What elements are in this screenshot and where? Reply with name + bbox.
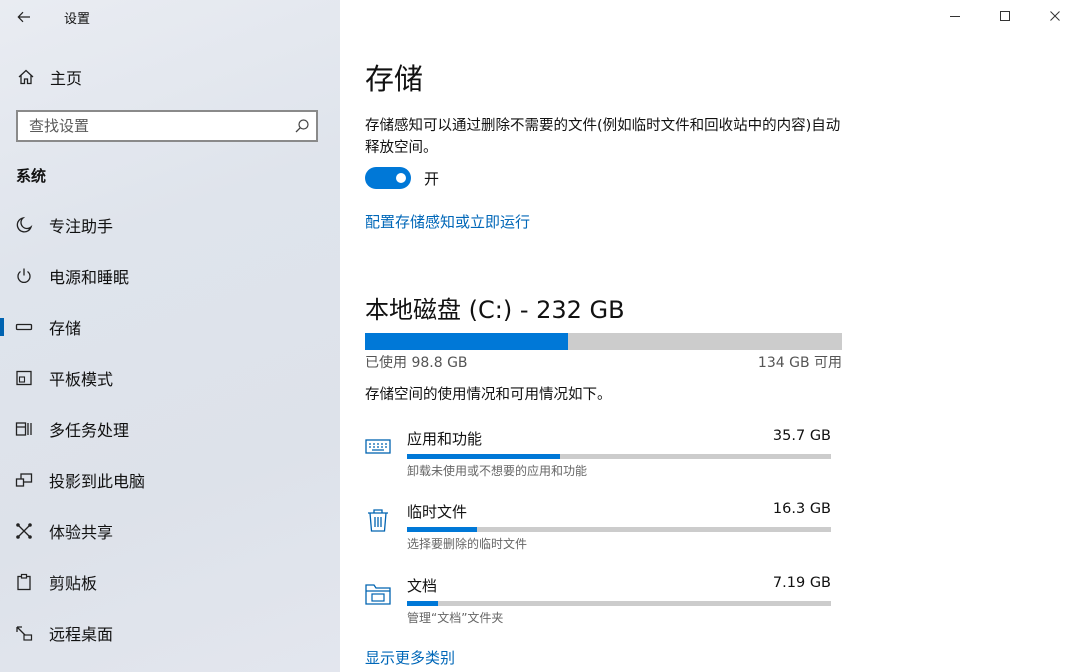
documents-folder-icon xyxy=(365,584,391,605)
clipboard-icon xyxy=(14,572,34,592)
arrow-left-icon xyxy=(17,11,30,23)
category-usage-fill xyxy=(407,601,438,606)
search-input[interactable] xyxy=(27,116,281,136)
search-icon[interactable] xyxy=(294,118,310,134)
title-bar: 设置 xyxy=(0,0,340,34)
sidebar-item-label: 体验共享 xyxy=(49,522,114,542)
sidebar-item-label: 投影到此电脑 xyxy=(49,471,146,491)
category-size: 16.3 GB xyxy=(772,501,831,517)
sidebar-item-project-to-pc[interactable]: 投影到此电脑 xyxy=(0,454,340,505)
sidebar-item-home[interactable]: 主页 xyxy=(0,60,340,94)
disk-title: 本地磁盘 (C:) - 232 GB xyxy=(365,296,625,324)
back-button[interactable] xyxy=(10,4,38,30)
category-usage-bar xyxy=(407,601,831,606)
moon-icon xyxy=(14,215,34,235)
disk-usage-bar xyxy=(365,333,842,350)
disk-used-label: 已使用 98.8 GB xyxy=(365,355,468,371)
page-title: 存储 xyxy=(365,62,424,96)
app-title: 设置 xyxy=(64,12,91,27)
sidebar-item-remote-desktop[interactable]: 远程桌面 xyxy=(0,607,340,658)
category-usage-fill xyxy=(407,527,477,532)
category-subtitle: 选择要删除的临时文件 xyxy=(407,537,528,551)
category-documents[interactable]: 文档 7.19 GB 管理“文档”文件夹 xyxy=(365,575,835,635)
category-usage-bar xyxy=(407,454,831,459)
category-name: 文档 xyxy=(407,577,438,595)
power-icon xyxy=(14,266,34,286)
storage-icon xyxy=(14,317,34,337)
category-temp-files[interactable]: 临时文件 16.3 GB 选择要删除的临时文件 xyxy=(365,501,835,561)
category-subtitle: 管理“文档”文件夹 xyxy=(407,611,504,625)
toggle-state-label: 开 xyxy=(424,169,440,188)
settings-window: 设置 主页 系统 专注助手 xyxy=(0,0,1080,672)
sidebar-nav: 专注助手 电源和睡眠 存储 平板模式 多任务处理 投影到此电脑 体验共享 剪贴板… xyxy=(0,199,340,658)
category-size: 35.7 GB xyxy=(772,428,831,444)
sidebar-item-label: 远程桌面 xyxy=(49,624,114,644)
sidebar-item-label: 剪贴板 xyxy=(49,573,98,593)
sidebar-item-power-sleep[interactable]: 电源和睡眠 xyxy=(0,250,340,301)
share-icon xyxy=(14,521,34,541)
category-usage-bar xyxy=(407,527,831,532)
sidebar-item-shared-experiences[interactable]: 体验共享 xyxy=(0,505,340,556)
sidebar-item-clipboard[interactable]: 剪贴板 xyxy=(0,556,340,607)
multitasking-icon xyxy=(14,419,34,439)
home-icon xyxy=(16,67,36,87)
remote-desktop-icon xyxy=(14,623,34,643)
disk-usage-fill xyxy=(365,333,569,350)
sidebar-item-label: 专注助手 xyxy=(49,216,114,236)
sidebar-item-focus-assist[interactable]: 专注助手 xyxy=(0,199,340,250)
trash-icon xyxy=(368,509,388,532)
sidebar-item-label: 主页 xyxy=(50,69,83,88)
sidebar-item-label: 平板模式 xyxy=(49,369,114,389)
toggle-knob xyxy=(396,173,406,183)
main-content: 存储 存储感知可以通过删除不需要的文件(例如临时文件和回收站中的内容)自动释放空… xyxy=(365,0,1065,672)
sidebar-item-multitasking[interactable]: 多任务处理 xyxy=(0,403,340,454)
storage-sense-description: 存储感知可以通过删除不需要的文件(例如临时文件和回收站中的内容)自动释放空间。 xyxy=(365,118,841,156)
category-subtitle: 卸载未使用或不想要的应用和功能 xyxy=(407,464,588,478)
category-usage-fill xyxy=(407,454,560,459)
project-icon xyxy=(14,470,34,490)
usage-description: 存储空间的使用情况和可用情况如下。 xyxy=(365,387,612,403)
category-size: 7.19 GB xyxy=(772,575,831,591)
sidebar-item-label: 多任务处理 xyxy=(49,420,130,440)
category-apps[interactable]: 应用和功能 35.7 GB 卸载未使用或不想要的应用和功能 xyxy=(365,428,835,488)
sidebar-item-label: 电源和睡眠 xyxy=(49,267,130,287)
disk-free-label: 134 GB 可用 xyxy=(757,355,842,371)
sidebar-item-tablet-mode[interactable]: 平板模式 xyxy=(0,352,340,403)
sidebar: 设置 主页 系统 专注助手 xyxy=(0,0,340,672)
tablet-mode-icon xyxy=(14,368,34,388)
search-box xyxy=(16,110,318,142)
storage-sense-toggle[interactable] xyxy=(365,167,411,189)
show-more-categories-link[interactable]: 显示更多类别 xyxy=(365,647,455,668)
apps-keyboard-icon xyxy=(365,439,391,454)
category-name: 应用和功能 xyxy=(407,430,483,448)
sidebar-item-label: 存储 xyxy=(49,318,82,338)
storage-sense-toggle-row: 开 xyxy=(365,167,439,189)
category-name: 临时文件 xyxy=(407,503,468,521)
configure-storage-sense-link[interactable]: 配置存储感知或立即运行 xyxy=(365,211,530,232)
section-header: 系统 xyxy=(16,167,47,185)
sidebar-item-storage[interactable]: 存储 xyxy=(0,301,340,352)
